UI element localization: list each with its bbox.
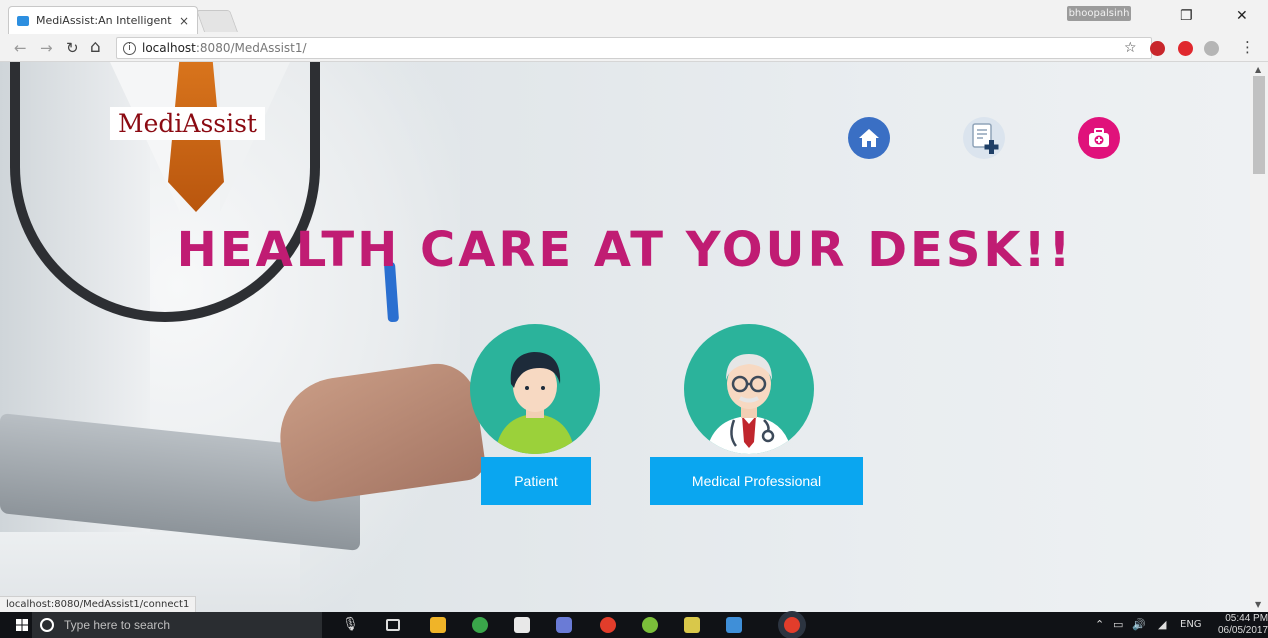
profile-button[interactable]: bhoopalsinh: [1067, 6, 1131, 21]
medical-professional-button[interactable]: Medical Professional: [650, 457, 863, 505]
volume-icon[interactable]: 🔊: [1132, 618, 1146, 631]
page-scrollbar[interactable]: ▲ ▼: [1250, 62, 1268, 612]
patient-button[interactable]: Patient: [481, 457, 591, 505]
reload-icon[interactable]: ↻: [66, 39, 79, 57]
site-logo[interactable]: MediAssist: [110, 107, 265, 140]
virtualbox-icon[interactable]: [726, 617, 742, 633]
adblock-extension-icon[interactable]: [1150, 41, 1165, 56]
clock-time: 05:44 PM: [1225, 613, 1268, 624]
browser-tab[interactable]: MediAssist:An Intelligent ×: [8, 6, 198, 34]
medical-report-icon[interactable]: [963, 117, 1005, 159]
windows-start-icon[interactable]: [16, 619, 28, 631]
extension-icon[interactable]: [1204, 41, 1219, 56]
menu-kebab-icon[interactable]: ⋮: [1240, 38, 1255, 56]
address-bar[interactable]: i localhost:8080/MedAssist1/: [116, 37, 1152, 59]
site-info-icon[interactable]: i: [123, 41, 136, 55]
url-host: localhost: [142, 41, 196, 55]
page-headline: HEALTH CARE AT YOUR DESK!!: [176, 222, 1074, 278]
task-view-icon[interactable]: [386, 619, 400, 631]
browser-tab-bar: MediAssist:An Intelligent × bhoopalsinh …: [0, 0, 1268, 34]
patient-avatar-icon: [495, 352, 575, 454]
chrome-active-icon[interactable]: [784, 617, 800, 633]
bookmark-star-icon[interactable]: ☆: [1124, 40, 1137, 56]
window-close-icon[interactable]: ✕: [1236, 8, 1248, 24]
favicon-icon: [17, 15, 29, 26]
url-path: :8080/MedAssist1/: [195, 41, 307, 55]
app-icon-blue[interactable]: [556, 617, 572, 633]
window-restore-icon[interactable]: ❐: [1180, 8, 1193, 24]
notepad-icon[interactable]: [684, 617, 700, 633]
android-studio-icon[interactable]: [642, 617, 658, 633]
home-icon[interactable]: [848, 117, 890, 159]
language-indicator[interactable]: ENG: [1180, 619, 1202, 630]
doctor-avatar-icon: [706, 354, 792, 454]
cortana-icon: [40, 618, 54, 632]
patient-avatar: [470, 324, 600, 454]
tray-overflow-icon[interactable]: ⌃: [1095, 618, 1104, 631]
chrome-icon[interactable]: [600, 617, 616, 633]
taskbar-search-placeholder: Type here to search: [64, 618, 171, 632]
app-icon-green[interactable]: [472, 617, 488, 633]
scroll-up-icon[interactable]: ▲: [1255, 65, 1261, 74]
microphone-icon[interactable]: 🎙: [342, 617, 359, 632]
home-browser-icon[interactable]: ⌂: [90, 37, 101, 57]
back-icon[interactable]: ←: [14, 39, 27, 57]
first-aid-kit-icon[interactable]: [1078, 117, 1120, 159]
wifi-icon[interactable]: ◢: [1158, 618, 1166, 631]
status-bar-url: localhost:8080/MedAssist1/connect1: [0, 596, 197, 612]
clock-date: 06/05/2017: [1218, 625, 1268, 636]
medical-report-glyph: [972, 123, 999, 154]
forward-icon[interactable]: →: [40, 39, 53, 57]
scrollbar-thumb[interactable]: [1253, 76, 1265, 174]
first-aid-glyph: [1089, 128, 1109, 147]
tab-title: MediAssist:An Intelligent: [36, 14, 172, 27]
tab-close-icon[interactable]: ×: [179, 14, 189, 28]
windows-taskbar: Type here to search 🎙 ⌃ ▭ 🔊 ◢ ENG 05:44 …: [0, 612, 1268, 638]
taskbar-clock[interactable]: 05:44 PM 06/05/2017: [1218, 613, 1268, 637]
new-tab-button[interactable]: [195, 10, 239, 32]
opera-extension-icon[interactable]: [1178, 41, 1193, 56]
scroll-down-icon[interactable]: ▼: [1255, 600, 1261, 609]
store-icon[interactable]: [514, 617, 530, 633]
browser-toolbar: ← → ↻ ⌂ i localhost:8080/MedAssist1/ ☆ ⋮: [0, 34, 1268, 62]
doctor-avatar: [684, 324, 814, 454]
file-explorer-icon[interactable]: [430, 617, 446, 633]
page-viewport: MediAssist HEALTH CARE AT YOUR DESK!! Pa…: [0, 62, 1250, 612]
home-glyph: [859, 129, 879, 147]
taskbar-search-box[interactable]: Type here to search: [32, 612, 322, 638]
battery-icon[interactable]: ▭: [1113, 618, 1123, 631]
